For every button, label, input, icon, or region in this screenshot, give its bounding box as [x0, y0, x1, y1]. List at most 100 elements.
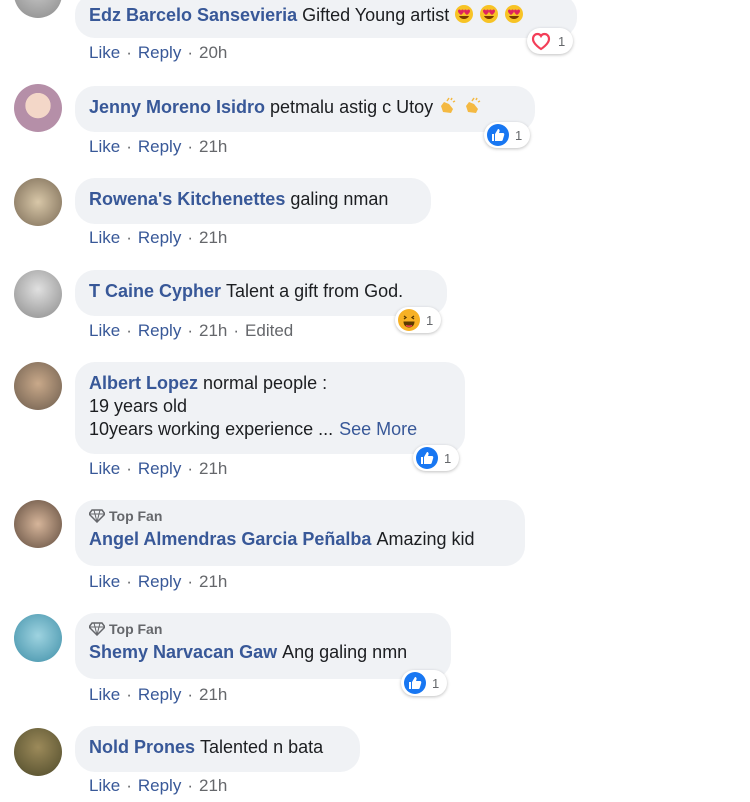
- top-fan-diamond-icon: [89, 622, 105, 636]
- comment-timestamp[interactable]: 21h: [199, 572, 227, 591]
- comment-bubble: T Caine Cypher Talent a gift from God.: [75, 270, 447, 316]
- separator-dot: ·: [126, 685, 132, 704]
- like-reaction-icon: [416, 447, 438, 469]
- like-link[interactable]: Like: [89, 43, 120, 62]
- avatar[interactable]: [14, 178, 62, 226]
- reaction-summary[interactable]: 1: [395, 307, 442, 333]
- reply-link[interactable]: Reply: [138, 776, 181, 795]
- comment-author[interactable]: Albert Lopez: [89, 373, 198, 393]
- comment-author[interactable]: Jenny Moreno Isidro: [89, 97, 265, 117]
- separator-dot: ·: [126, 228, 132, 247]
- top-fan-diamond-icon: [89, 509, 105, 523]
- reaction-summary[interactable]: 1: [401, 670, 448, 696]
- reaction-count: 1: [432, 675, 440, 691]
- comment-timestamp[interactable]: 21h: [199, 228, 227, 247]
- comment-text: 19 years old: [89, 396, 188, 416]
- separator-dot: ·: [187, 572, 193, 591]
- separator-dot: ·: [126, 459, 132, 478]
- see-more-link[interactable]: See More: [339, 419, 417, 439]
- heart-eyes-emoji-icon: [449, 5, 524, 25]
- avatar[interactable]: [14, 84, 62, 132]
- like-link[interactable]: Like: [89, 459, 120, 478]
- comment-timestamp[interactable]: 21h: [199, 776, 227, 795]
- reply-link[interactable]: Reply: [138, 228, 181, 247]
- comment-actions: Like · Reply · 21h · Edited: [89, 321, 293, 341]
- comment-line: 10years working experience ... See More: [89, 418, 451, 441]
- separator-dot: ·: [126, 137, 132, 156]
- comment-author[interactable]: Angel Almendras Garcia Peñalba: [89, 529, 371, 549]
- reaction-summary[interactable]: 1: [484, 122, 531, 148]
- like-reaction-icon: [404, 672, 426, 694]
- separator-dot: ·: [187, 776, 193, 795]
- reaction-count: 1: [515, 127, 523, 143]
- comment-actions: Like · Reply · 21h: [89, 685, 227, 705]
- avatar[interactable]: [14, 614, 62, 662]
- reaction-count: 1: [558, 33, 566, 49]
- reaction-count: 1: [444, 450, 452, 466]
- avatar[interactable]: [14, 728, 62, 776]
- comment-bubble: Jenny Moreno Isidro petmalu astig c Utoy: [75, 86, 535, 132]
- comment-timestamp[interactable]: 20h: [199, 43, 227, 62]
- reply-link[interactable]: Reply: [138, 685, 181, 704]
- comment-timestamp[interactable]: 21h: [199, 321, 227, 340]
- comment-timestamp[interactable]: 21h: [199, 685, 227, 704]
- separator-dot: ·: [233, 321, 240, 340]
- comment-timestamp[interactable]: 21h: [199, 137, 227, 156]
- comment-bubble: Top Fan Shemy Narvacan Gaw Ang galing nmn: [75, 613, 451, 679]
- reply-link[interactable]: Reply: [138, 137, 181, 156]
- reply-link[interactable]: Reply: [138, 321, 181, 340]
- like-reaction-icon: [487, 124, 509, 146]
- haha-reaction-icon: [398, 309, 420, 331]
- separator-dot: ·: [187, 685, 193, 704]
- avatar[interactable]: [14, 270, 62, 318]
- separator-dot: ·: [187, 459, 193, 478]
- separator-dot: ·: [187, 321, 193, 340]
- reply-link[interactable]: Reply: [138, 572, 181, 591]
- comment-bubble: Albert Lopez normal people : 19 years old…: [75, 362, 465, 454]
- comment-line: Albert Lopez normal people :: [89, 372, 451, 395]
- avatar[interactable]: [14, 362, 62, 410]
- reaction-summary[interactable]: 1: [527, 28, 574, 54]
- like-link[interactable]: Like: [89, 776, 120, 795]
- love-reaction-icon: [530, 30, 552, 52]
- comment-text: 10years working experience ...: [89, 419, 334, 439]
- top-fan-label: Top Fan: [109, 508, 163, 524]
- comment-author[interactable]: Nold Prones: [89, 737, 195, 757]
- comment-bubble: Nold Prones Talented n bata: [75, 726, 360, 772]
- reply-link[interactable]: Reply: [138, 43, 181, 62]
- separator-dot: ·: [126, 321, 132, 340]
- avatar[interactable]: [14, 500, 62, 548]
- comment-actions: Like · Reply · 21h: [89, 572, 227, 592]
- comment-text: petmalu astig c Utoy: [270, 97, 434, 117]
- reply-link[interactable]: Reply: [138, 459, 181, 478]
- separator-dot: ·: [187, 228, 193, 247]
- separator-dot: ·: [126, 776, 132, 795]
- top-fan-label: Top Fan: [109, 621, 163, 637]
- comment-author[interactable]: Shemy Narvacan Gaw: [89, 642, 277, 662]
- comment-actions: Like · Reply · 21h: [89, 137, 227, 157]
- reaction-summary[interactable]: 1: [413, 445, 460, 471]
- edited-label[interactable]: Edited: [245, 321, 293, 340]
- comment-bubble: Rowena's Kitchenettes galing nman: [75, 178, 431, 224]
- like-link[interactable]: Like: [89, 321, 120, 340]
- comment-text: Ang galing nmn: [282, 642, 408, 662]
- top-fan-badge[interactable]: Top Fan: [89, 507, 511, 525]
- comment-text: Amazing kid: [376, 529, 475, 549]
- comment-author[interactable]: Edz Barcelo Sansevieria: [89, 5, 297, 25]
- avatar[interactable]: [14, 0, 62, 18]
- comment-text: Talented n bata: [200, 737, 324, 757]
- comment-bubble: Edz Barcelo Sansevieria Gifted Young arti…: [75, 0, 577, 38]
- separator-dot: ·: [187, 43, 193, 62]
- comment-timestamp[interactable]: 21h: [199, 459, 227, 478]
- separator-dot: ·: [126, 43, 132, 62]
- like-link[interactable]: Like: [89, 228, 120, 247]
- comment-author[interactable]: Rowena's Kitchenettes: [89, 189, 285, 209]
- like-link[interactable]: Like: [89, 685, 120, 704]
- separator-dot: ·: [187, 137, 193, 156]
- top-fan-badge[interactable]: Top Fan: [89, 620, 437, 638]
- like-link[interactable]: Like: [89, 572, 120, 591]
- comment-author[interactable]: T Caine Cypher: [89, 281, 221, 301]
- comment-text: Talent a gift from God.: [226, 281, 404, 301]
- like-link[interactable]: Like: [89, 137, 120, 156]
- comment-actions: Like · Reply · 21h: [89, 459, 227, 479]
